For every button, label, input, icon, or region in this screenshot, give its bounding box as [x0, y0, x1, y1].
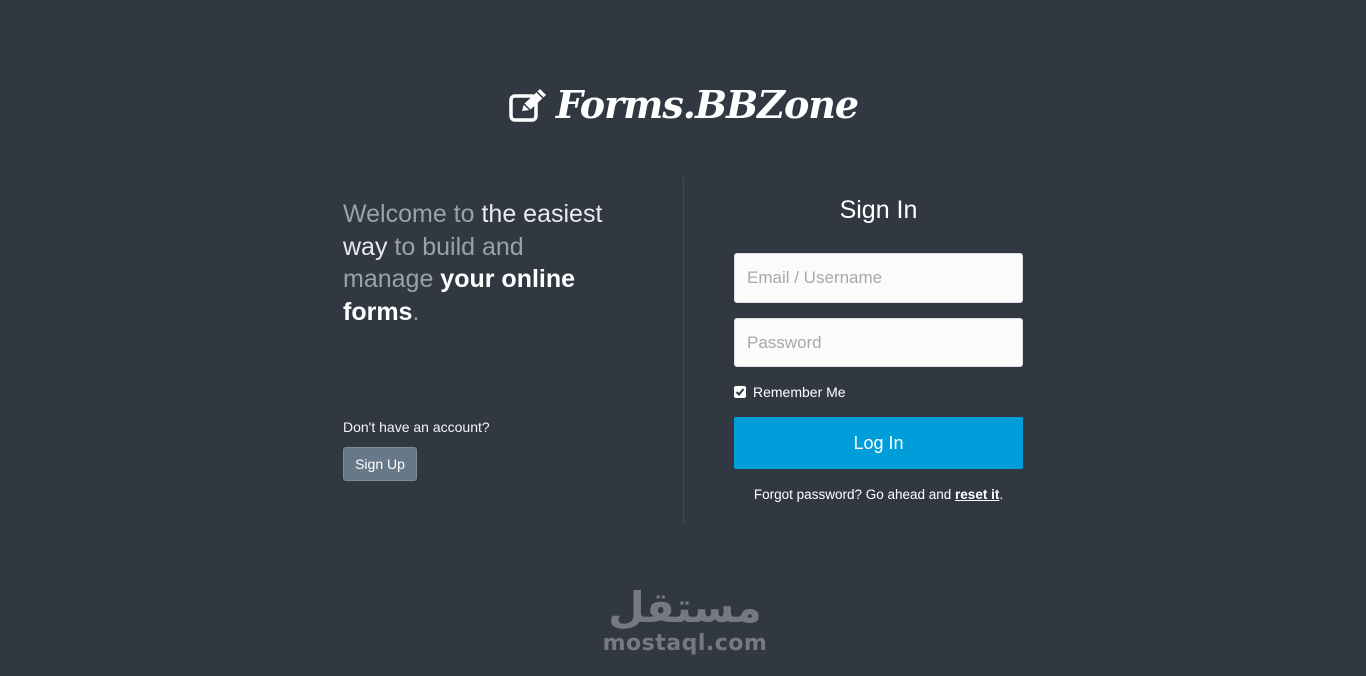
tagline-highlight: way — [343, 232, 388, 261]
forgot-password-text: Forgot password? Go ahead and reset it. — [734, 487, 1023, 502]
login-page: Forms.BBZone Welcome to the easiest way t… — [0, 0, 1366, 676]
tagline-highlight: the easiest — [481, 200, 603, 228]
brand-logo[interactable]: Forms.BBZone — [0, 82, 1366, 132]
email-username-input[interactable] — [734, 253, 1023, 303]
tagline-part: Welcome to — [343, 200, 482, 228]
intro-panel: Welcome to the easiest way to build and ma… — [343, 198, 643, 328]
reset-password-link[interactable]: reset it — [955, 487, 999, 502]
checkbox-checked-icon[interactable] — [734, 386, 746, 398]
forgot-password-prefix: Forgot password? Go ahead and — [753, 487, 956, 502]
tagline-bold: your online — [440, 265, 576, 293]
tagline-part: manage — [343, 265, 441, 293]
edit-square-icon — [508, 87, 548, 123]
tagline-part: . — [412, 297, 420, 326]
login-button[interactable]: Log In — [734, 417, 1023, 469]
brand-logo-inner: Forms.BBZone — [508, 82, 859, 127]
mostaql-watermark: مستقل mostaql.com — [600, 584, 770, 656]
remember-me-checkbox[interactable]: Remember Me — [734, 384, 846, 400]
forgot-password-suffix: . — [999, 487, 1004, 502]
watermark-arabic: مستقل — [608, 583, 762, 632]
vertical-divider — [683, 178, 684, 524]
tagline-bold: forms — [343, 297, 413, 326]
remember-me-label: Remember Me — [753, 384, 846, 400]
watermark-latin: mostaql.com — [602, 631, 768, 656]
signin-title: Sign In — [839, 196, 918, 224]
tagline-part: to build and — [387, 232, 524, 261]
signup-button[interactable]: Sign Up — [343, 447, 417, 481]
brand-name: Forms.BBZone — [555, 82, 859, 127]
welcome-tagline: Welcome to the easiest way to build and ma… — [343, 198, 643, 328]
password-input[interactable] — [734, 318, 1023, 367]
signup-prompt: Don't have an account? — [343, 419, 490, 435]
